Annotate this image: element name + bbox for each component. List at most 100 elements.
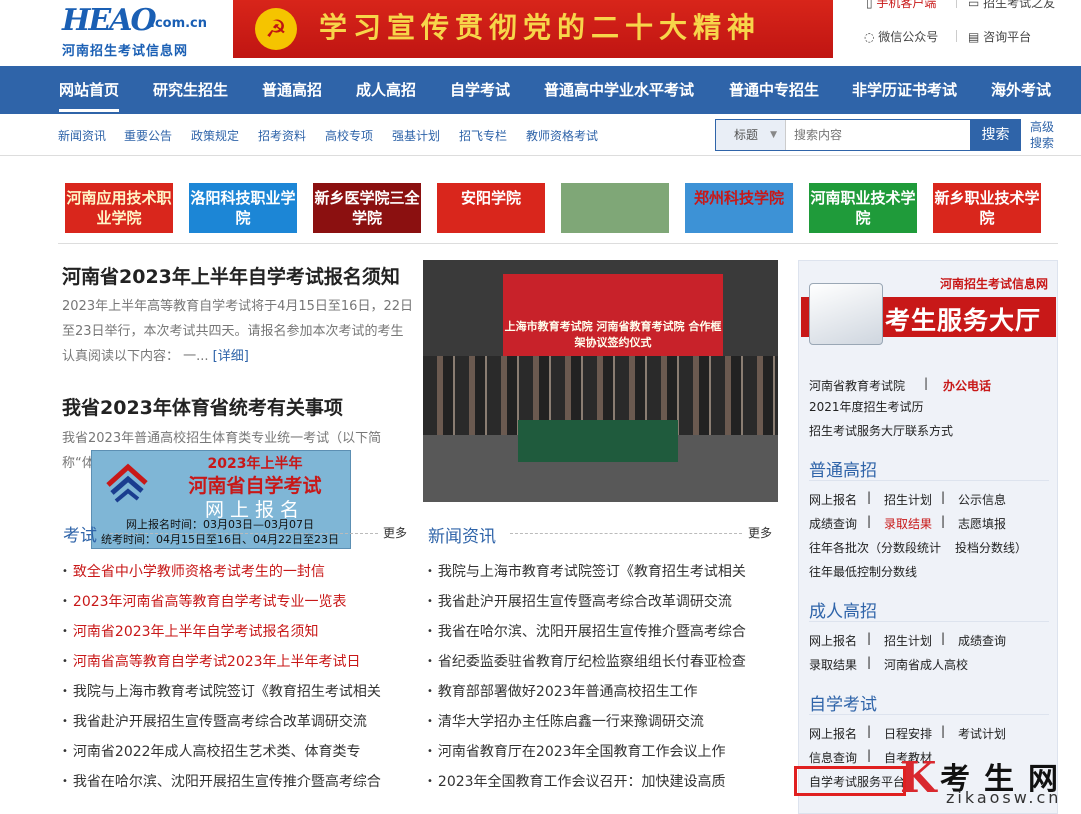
news-item[interactable]: 我省赴沪开展招生宣传暨高考综合改革调研交流 xyxy=(427,592,777,622)
service-hall-banner[interactable]: 河南招生考试信息网 考生服务大厅 xyxy=(801,263,1056,345)
col2-list: 我院与上海市教育考试院签订《教育招生考试相关我省赴沪开展招生宣传暨高考综合改革调… xyxy=(427,562,777,802)
sidebar-phone-link[interactable]: 办公电话 xyxy=(943,377,991,394)
col2-title[interactable]: 新闻资讯 xyxy=(428,522,496,547)
gaokao-signup-link[interactable]: 网上报名 xyxy=(809,491,857,508)
subnav-notices[interactable]: 重要公告 xyxy=(124,127,172,144)
news-item[interactable]: 我省在哈尔滨、沈阳开展招生宣传推介暨高考综合 xyxy=(427,622,777,652)
sidebar-contact-link[interactable]: 招生考试服务大厅联系方式 xyxy=(809,422,953,439)
selfstudy-schedule-link[interactable]: 日程安排 xyxy=(884,725,932,742)
news-item[interactable]: 我院与上海市教育考试院签订《教育招生考试相关 xyxy=(427,562,777,592)
school-logo-3[interactable]: 新乡医学院三全学院 xyxy=(313,183,421,233)
phone-icon: ▯ xyxy=(866,0,877,10)
advanced-search-link[interactable]: 高级搜索 xyxy=(1030,119,1058,151)
search-button[interactable]: 搜索 xyxy=(970,120,1021,150)
subnav-materials[interactable]: 招考资料 xyxy=(258,127,306,144)
selfstudy-plan-link[interactable]: 考试计划 xyxy=(958,725,1006,742)
adult-signup-link[interactable]: 网上报名 xyxy=(809,632,857,649)
consult-label: 咨询平台 xyxy=(983,30,1032,44)
news-item[interactable]: 我院与上海市教育考试院签订《教育招生考试相关 xyxy=(62,682,414,712)
nav-gaokao[interactable]: 普通高招 xyxy=(262,66,322,114)
nav-vocational[interactable]: 普通中专招生 xyxy=(729,66,819,114)
watermark-en: zikaosw.cn xyxy=(946,788,1062,807)
search-input[interactable] xyxy=(786,120,970,150)
site-logo[interactable]: HEAO .com.cn 河南招生考试信息网 xyxy=(62,6,207,60)
sidebar-selfstudy-title[interactable]: 自学考试 xyxy=(809,690,877,715)
news-item[interactable]: 2023年全国教育工作会议召开：加快建设高质 xyxy=(427,772,777,802)
news-item[interactable]: 河南省2023年上半年自学考试报名须知 xyxy=(62,622,414,652)
notebook-icon xyxy=(809,283,883,345)
nav-selfstudy[interactable]: 自学考试 xyxy=(450,66,510,114)
top-banner[interactable]: ☭ 学习宣传贯彻党的二十大精神 xyxy=(233,0,833,58)
nav-highschool-test[interactable]: 普通高中学业水平考试 xyxy=(544,66,694,114)
adult-colleges-link[interactable]: 河南省成人高校 xyxy=(884,656,968,673)
nav-graduate[interactable]: 研究生招生 xyxy=(153,66,228,114)
adult-admission-link[interactable]: 录取结果 xyxy=(809,656,857,673)
logo-domain: .com.cn xyxy=(150,16,208,31)
selfstudy-signup-link[interactable]: 网上报名 xyxy=(809,725,857,742)
subnav-pilot[interactable]: 招飞专栏 xyxy=(459,127,507,144)
news-item[interactable]: 我省在哈尔滨、沈阳开展招生宣传推介暨高考综合 xyxy=(62,772,414,802)
headline-2-title[interactable]: 我省2023年体育省统考有关事项 xyxy=(62,393,343,420)
clipboard-icon: ▤ xyxy=(968,30,984,44)
school-logo-1[interactable]: 河南应用技术职业学院 xyxy=(65,183,173,233)
school-logo-5[interactable] xyxy=(561,183,669,233)
subnav-special[interactable]: 高校专项 xyxy=(325,127,373,144)
subnav-news[interactable]: 新闻资讯 xyxy=(58,127,106,144)
news-item[interactable]: 省纪委监委驻省教育厅纪检监察组组长付春亚检查 xyxy=(427,652,777,682)
news-item[interactable]: 教育部部署做好2023年普通高校招生工作 xyxy=(427,682,777,712)
school-logo-8[interactable]: 新乡职业技术学院 xyxy=(933,183,1041,233)
wechat-link[interactable]: ◌ 微信公众号 xyxy=(864,28,938,45)
main-nav: 网站首页 研究生招生 普通高招 成人高招 自学考试 普通高中学业水平考试 普通中… xyxy=(0,66,1081,114)
headline-1-more-link[interactable]: [详细] xyxy=(213,349,249,364)
consult-link[interactable]: ▤ 咨询平台 xyxy=(968,28,1031,45)
col2-more-link[interactable]: 更多 xyxy=(748,524,772,541)
selfstudy-signup-ad[interactable]: 2023年上半年 河南省自学考试 网上报名 网上报名时间：03月03日—03月0… xyxy=(91,450,351,549)
headline-1-title[interactable]: 河南省2023年上半年自学考试报名须知 xyxy=(62,262,400,289)
selfstudy-query-link[interactable]: 信息查询 xyxy=(809,749,857,766)
mobile-client-link[interactable]: ▯ 手机客户端 xyxy=(866,0,936,11)
news-item[interactable]: 清华大学招办主任陈启鑫一行来豫调研交流 xyxy=(427,712,777,742)
school-logo-6[interactable]: 郑州科技学院 xyxy=(685,183,793,233)
gaokao-plan-link[interactable]: 招生计划 xyxy=(884,491,932,508)
gaokao-batch-stats-link[interactable]: 往年各批次（分数段统计 xyxy=(809,539,941,556)
nav-overseas[interactable]: 海外考试 xyxy=(991,66,1051,114)
nav-home[interactable]: 网站首页 xyxy=(59,66,120,112)
subnav-policy[interactable]: 政策规定 xyxy=(191,127,239,144)
banner-text: 学习宣传贯彻党的二十大精神 xyxy=(319,11,762,44)
wechat-label: 微信公众号 xyxy=(878,30,939,44)
school-logo-4[interactable]: 安阳学院 xyxy=(437,183,545,233)
subnav-strong-base[interactable]: 强基计划 xyxy=(392,127,440,144)
highlight-box xyxy=(794,766,906,796)
col1-list: 致全省中小学教师资格考试考生的一封信2023年河南省高等教育自学考试专业一览表河… xyxy=(62,562,414,802)
news-item[interactable]: 致全省中小学教师资格考试考生的一封信 xyxy=(62,562,414,592)
doc-icon: ▭ xyxy=(968,0,984,10)
nav-adult[interactable]: 成人高招 xyxy=(356,66,416,114)
col1-title[interactable]: 考试 xyxy=(63,521,97,546)
sidebar-office-link[interactable]: 河南省教育考试院 xyxy=(809,377,905,394)
gaokao-min-score-link[interactable]: 往年最低控制分数线 xyxy=(809,563,917,580)
gaokao-volunteer-link[interactable]: 志愿填报 xyxy=(958,515,1006,532)
news-item[interactable]: 我省赴沪开展招生宣传暨高考综合改革调研交流 xyxy=(62,712,414,742)
news-item[interactable]: 河南省教育厅在2023年全国教育工作会议上作 xyxy=(427,742,777,772)
gaokao-public-link[interactable]: 公示信息 xyxy=(958,491,1006,508)
news-item[interactable]: 河南省高等教育自学考试2023年上半年考试日 xyxy=(62,652,414,682)
school-logo-7[interactable]: 河南职业技术学院 xyxy=(809,183,917,233)
school-logo-2[interactable]: 洛阳科技职业学院 xyxy=(189,183,297,233)
news-item[interactable]: 2023年河南省高等教育自学考试专业一览表 xyxy=(62,592,414,622)
col1-more-link[interactable]: 更多 xyxy=(383,524,407,541)
exam-friend-link[interactable]: ▭ 招生考试之友 xyxy=(968,0,1055,11)
sidebar-adult-title[interactable]: 成人高招 xyxy=(809,597,877,622)
adult-score-link[interactable]: 成绩查询 xyxy=(958,632,1006,649)
subnav-teacher-cert[interactable]: 教师资格考试 xyxy=(526,127,598,144)
sidebar-calendar-link[interactable]: 2021年度招生考试历 xyxy=(809,398,924,415)
nav-certificate[interactable]: 非学历证书考试 xyxy=(852,66,957,114)
ad-line-1: 2023年上半年 xyxy=(207,456,303,472)
news-photo[interactable]: 上海市教育考试院 河南省教育考试院 合作框架协议签约仪式 xyxy=(423,260,778,502)
sidebar-gaokao-title[interactable]: 普通高招 xyxy=(809,456,877,481)
gaokao-cutoff-link[interactable]: 投档分数线） xyxy=(955,539,1027,556)
adult-plan-link[interactable]: 招生计划 xyxy=(884,632,932,649)
gaokao-score-link[interactable]: 成绩查询 xyxy=(809,515,857,532)
gaokao-admission-link[interactable]: 录取结果 xyxy=(884,515,932,532)
search-field-select[interactable]: 标题 ▼ xyxy=(716,120,786,150)
news-item[interactable]: 河南省2022年成人高校招生艺术类、体育类专 xyxy=(62,742,414,772)
